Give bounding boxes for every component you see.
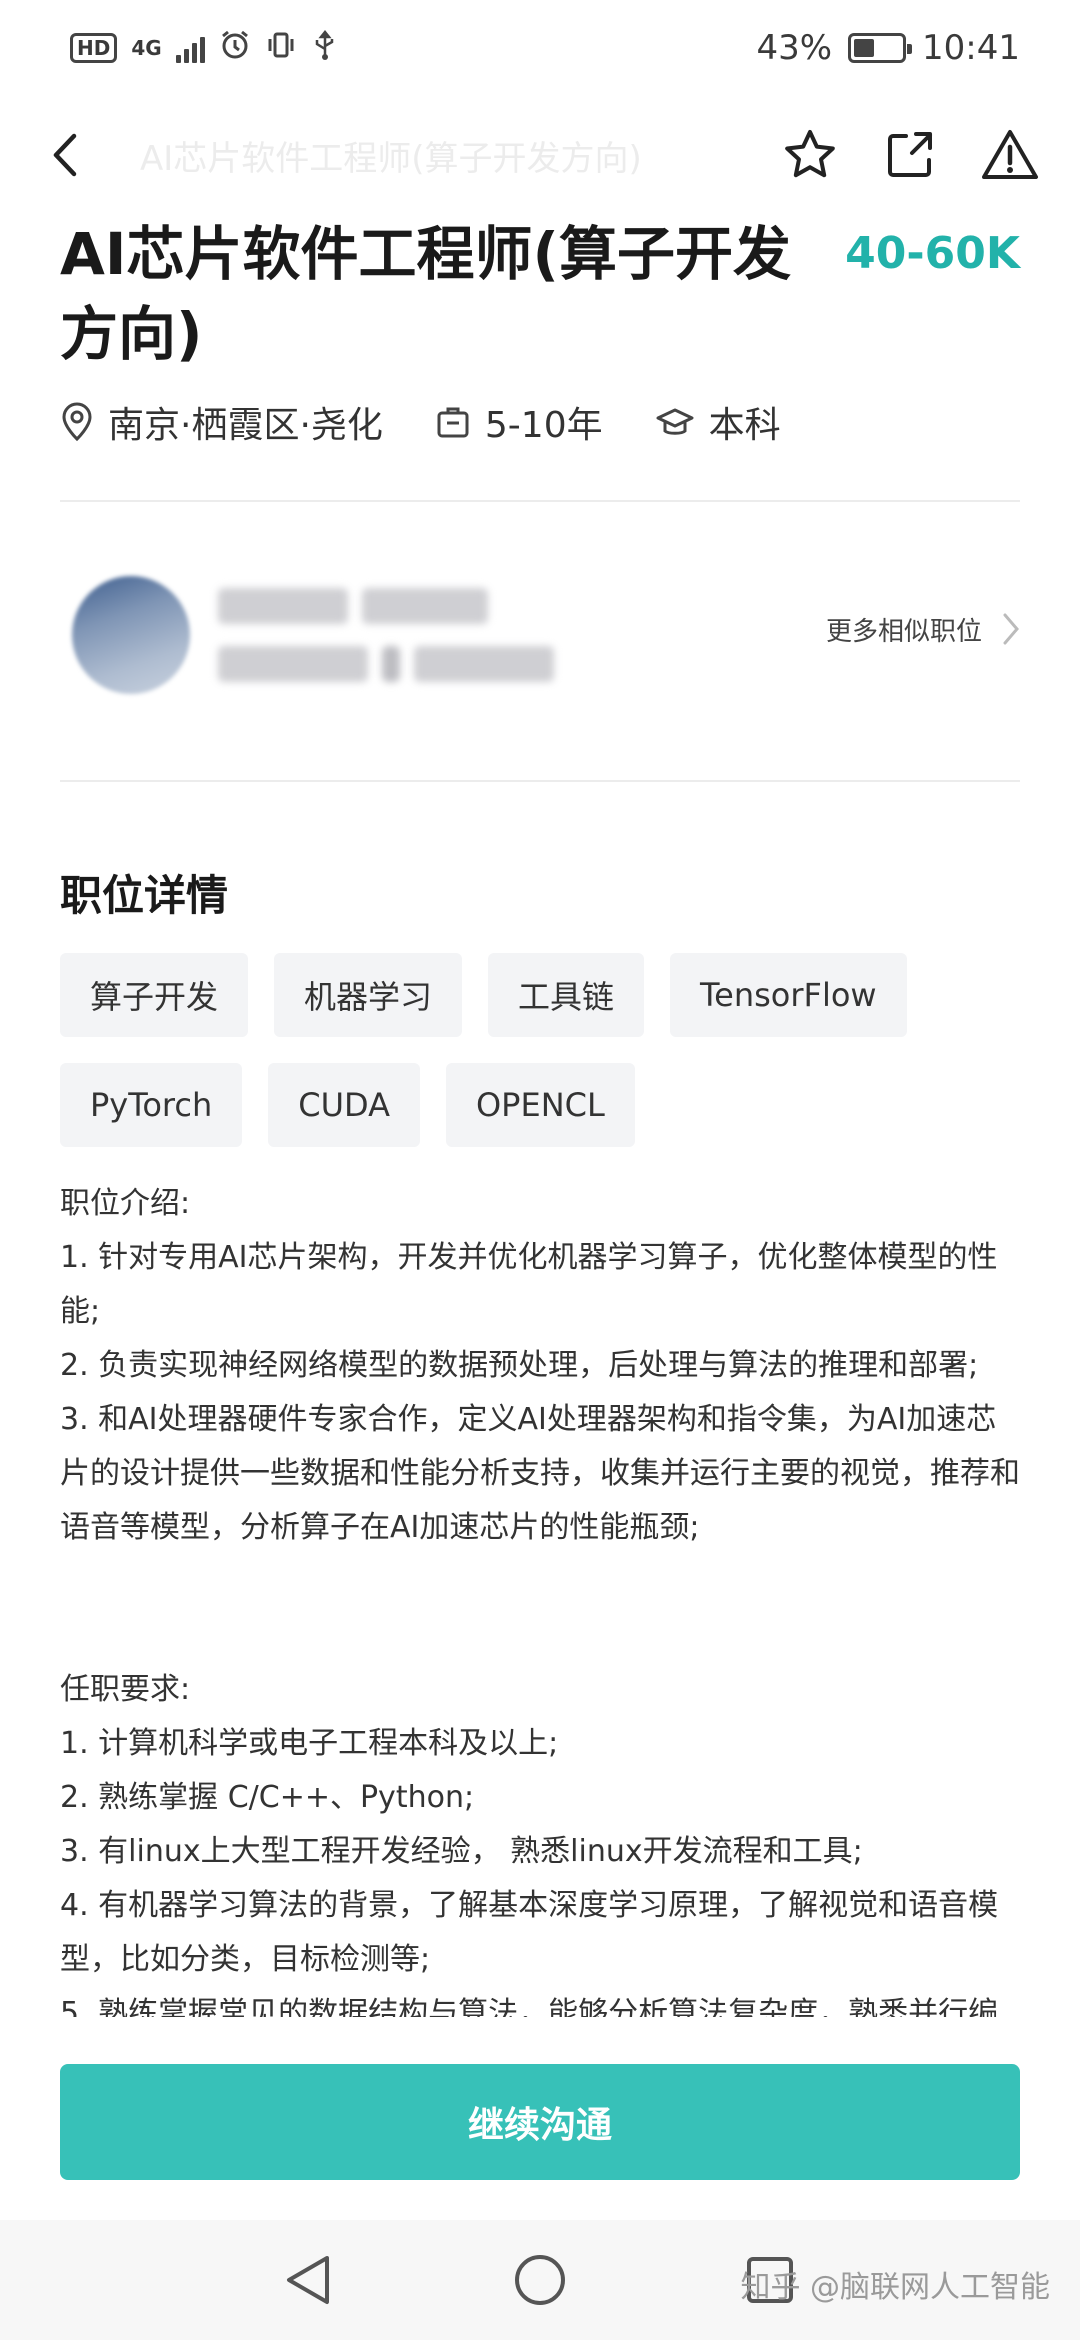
description-line: 3. 有linux上大型工程开发经验， 熟悉linux开发流程和工具; <box>60 1834 863 1869</box>
recruiter-info <box>218 588 554 682</box>
job-details: 职位详情 算子开发 机器学习 工具链 TensorFlow PyTorch CU… <box>60 862 1020 2017</box>
warning-icon <box>982 130 1038 179</box>
nav-actions <box>780 125 1040 185</box>
description-line: 5. 熟练掌握常见的数据结构与算法，能够分析算法复杂度，熟悉并行编 <box>60 1996 999 2017</box>
recruiter-name-blurred <box>218 588 554 624</box>
watermark: 知乎 @脑联网人工智能 <box>740 2270 1050 2305</box>
recruiter-card[interactable]: 更多相似职位 <box>60 565 1020 705</box>
section-title: 职位详情 <box>60 871 229 920</box>
signal-icon <box>175 33 205 63</box>
recruiter-company-blurred <box>218 646 554 682</box>
share-icon <box>888 132 932 177</box>
battery-percent: 43% <box>756 28 833 68</box>
description-line: 职位介绍: <box>60 1186 191 1221</box>
favorite-button[interactable] <box>780 125 840 185</box>
skill-tag: CUDA <box>268 1063 420 1147</box>
nav-title: AI芯片软件工程师(算子开发方向) <box>140 138 642 179</box>
education-text: 本科 <box>708 405 781 446</box>
skill-tag: TensorFlow <box>670 953 907 1037</box>
battery-fill <box>854 39 874 57</box>
alarm-icon <box>219 29 251 68</box>
description-line <box>60 1609 1020 1663</box>
share-button[interactable] <box>880 125 940 185</box>
circle-home-icon <box>515 2255 565 2305</box>
location: 南京·栖霞区·尧化 <box>60 396 383 448</box>
more-similar-jobs-link[interactable]: 更多相似职位 <box>826 611 1020 648</box>
hd-icon: HD <box>70 33 118 63</box>
graduation-cap-icon <box>656 408 694 435</box>
network-label: 4G <box>131 36 162 60</box>
divider <box>60 500 1020 502</box>
description-line <box>60 1555 1020 1609</box>
description-line: 任职要求: <box>60 1672 191 1707</box>
skill-tag: OPENCL <box>445 1063 635 1147</box>
battery-icon <box>848 33 913 63</box>
skill-tag: PyTorch <box>60 1063 243 1147</box>
back-button[interactable] <box>50 125 100 185</box>
status-bar: HD 4G 43% 10:41 <box>0 0 1080 96</box>
vibrate-icon <box>265 29 297 68</box>
location-text: 南京·栖霞区·尧化 <box>108 405 383 446</box>
avatar <box>72 576 190 694</box>
job-title: AI芯片软件工程师(算子开发方向) <box>60 220 791 368</box>
description-line: 2. 负责实现神经网络模型的数据预处理，后处理与算法的推理和部署; <box>60 1348 979 1383</box>
status-icons: HD 4G <box>70 29 339 68</box>
system-home-button[interactable] <box>510 2250 570 2310</box>
location-pin-icon <box>62 402 92 442</box>
job-header: AI芯片软件工程师(算子开发方向) 40-60K 南京·栖霞区·尧化 5-10年… <box>60 214 1020 448</box>
more-similar-label: 更多相似职位 <box>825 616 982 647</box>
description-line: 3. 和AI处理器硬件专家合作，定义AI处理器架构和指令集，为AI加速芯片的设计… <box>60 1402 1020 1545</box>
job-meta: 南京·栖霞区·尧化 5-10年 本科 <box>60 396 1020 448</box>
description-line: 1. 计算机科学或电子工程本科及以上; <box>60 1726 559 1761</box>
experience: 5-10年 <box>435 396 603 448</box>
chevron-right-icon <box>1003 613 1019 645</box>
job-description: 职位介绍: 1. 针对专用AI芯片架构，开发并优化机器学习算子，优化整体模型的性… <box>60 1177 1020 2017</box>
education: 本科 <box>655 396 781 448</box>
usb-icon <box>311 29 339 68</box>
star-icon <box>785 130 835 178</box>
status-right: 43% 10:41 <box>756 28 1020 68</box>
skill-tag: 机器学习 <box>274 953 463 1037</box>
divider <box>60 780 1020 782</box>
experience-text: 5-10年 <box>484 405 603 446</box>
description-line: 2. 熟练掌握 C/C++、Python; <box>60 1780 475 1815</box>
skill-tags: 算子开发 机器学习 工具链 TensorFlow PyTorch CUDA OP… <box>60 953 1000 1147</box>
salary: 40-60K <box>845 228 1020 279</box>
title-row: AI芯片软件工程师(算子开发方向) 40-60K <box>60 214 1020 374</box>
clock: 10:41 <box>922 28 1020 68</box>
top-nav: AI芯片软件工程师(算子开发方向) <box>0 110 1080 200</box>
triangle-back-icon <box>287 2256 329 2304</box>
back-arrow-icon <box>53 133 77 177</box>
system-back-button[interactable] <box>278 2250 338 2310</box>
skill-tag: 算子开发 <box>60 953 249 1037</box>
skill-tag: 工具链 <box>488 953 645 1037</box>
description-line: 4. 有机器学习算法的背景，了解基本深度学习原理，了解视觉和语音模型，比如分类，… <box>60 1888 999 1977</box>
report-button[interactable] <box>980 125 1040 185</box>
briefcase-icon <box>437 407 469 438</box>
description-line: 1. 针对专用AI芯片架构，开发并优化机器学习算子，优化整体模型的性能; <box>60 1240 998 1329</box>
continue-chat-button[interactable]: 继续沟通 <box>60 2064 1020 2180</box>
